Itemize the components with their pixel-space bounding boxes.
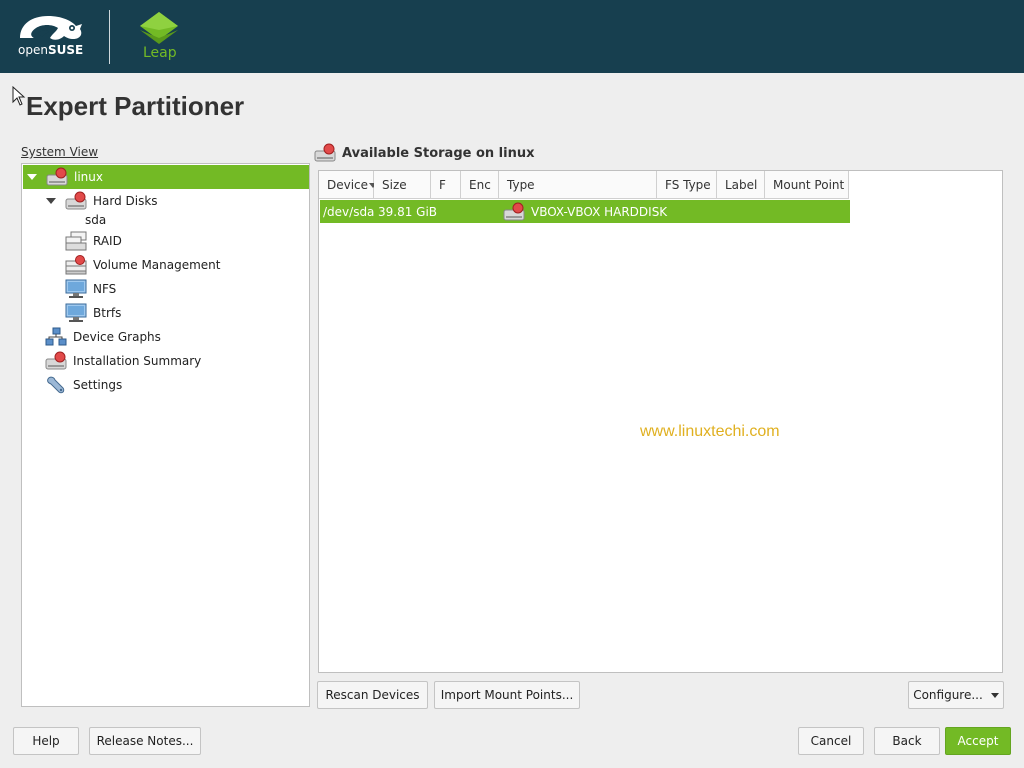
page-title: Expert Partitioner <box>26 91 245 121</box>
opensuse-logo: openSUSE <box>16 12 88 60</box>
column-header-size[interactable]: Size <box>374 171 431 199</box>
cell-device: /dev/sda <box>323 204 375 219</box>
tree-item-label: Device Graphs <box>73 330 161 344</box>
tree-item-linux[interactable]: linux <box>23 165 309 189</box>
cell-f <box>432 200 462 223</box>
leap-label: Leap <box>143 45 177 61</box>
tree-item-label: NFS <box>93 282 117 296</box>
column-header-device[interactable]: Device <box>319 171 378 199</box>
hard-disk-icon <box>45 351 67 371</box>
rescan-devices-button[interactable]: Rescan Devices <box>317 681 428 709</box>
cell-fs-type <box>658 200 718 223</box>
tree-item-sda[interactable]: sda <box>85 209 106 231</box>
device-graph-icon <box>45 327 67 347</box>
chameleon-icon <box>20 16 82 40</box>
tree-item-label: sda <box>85 213 107 227</box>
raid-icon <box>65 231 87 251</box>
table-row[interactable]: /dev/sda 39.81 GiB VBOX-VBOX HARDDISK <box>320 200 850 223</box>
tree-item-btrfs[interactable]: Btrfs <box>65 301 121 325</box>
tree-item-label: linux <box>74 170 103 184</box>
tree-item-label: RAID <box>93 234 122 248</box>
header-divider <box>109 10 110 64</box>
table-header: Device Size F Enc Type FS Type Label Mou… <box>319 171 849 199</box>
header-bar: openSUSE Leap <box>0 0 1024 73</box>
system-view-tree[interactable]: linux Hard Disks sda RAID Volume Managem… <box>21 163 310 707</box>
leap-diamond-icon <box>140 12 178 44</box>
tree-item-settings[interactable]: Settings <box>45 373 122 397</box>
import-mount-points-button[interactable]: Import Mount Points... <box>434 681 580 709</box>
watermark-text: www.linuxtechi.com <box>640 423 780 440</box>
configure-button[interactable]: Configure... <box>908 681 1004 709</box>
tree-item-label: Btrfs <box>93 306 122 320</box>
tree-item-volume-management[interactable]: Volume Management <box>65 253 221 277</box>
column-header-enc[interactable]: Enc <box>461 171 499 199</box>
system-view-label: System View <box>21 145 99 159</box>
monitor-icon <box>65 303 87 323</box>
release-notes-button[interactable]: Release Notes... <box>89 727 201 755</box>
cell-enc <box>462 200 500 223</box>
accept-button[interactable]: Accept <box>945 727 1011 755</box>
tree-item-nfs[interactable]: NFS <box>65 277 116 301</box>
chevron-down-icon <box>990 692 999 698</box>
mouse-cursor-icon <box>12 86 26 106</box>
hard-disk-icon <box>46 167 68 187</box>
wrench-icon <box>45 375 67 395</box>
tree-item-installation-summary[interactable]: Installation Summary <box>45 349 201 373</box>
tree-item-raid[interactable]: RAID <box>65 229 122 253</box>
network-monitor-icon <box>65 279 87 299</box>
tree-item-label: Hard Disks <box>93 194 158 208</box>
cancel-button[interactable]: Cancel <box>798 727 864 755</box>
cell-type: VBOX-VBOX HARDDISK <box>500 200 667 223</box>
hard-disk-icon <box>314 143 336 163</box>
hard-disk-icon <box>65 191 87 211</box>
column-header-fs-type[interactable]: FS Type <box>657 171 717 199</box>
tree-item-label: Installation Summary <box>73 354 202 368</box>
expand-arrow-icon[interactable] <box>46 198 56 204</box>
volume-icon <box>65 255 87 275</box>
column-header-mount-point[interactable]: Mount Point <box>765 171 849 199</box>
tree-item-label: Volume Management <box>93 258 221 272</box>
cell-label <box>718 200 766 223</box>
tree-item-device-graphs[interactable]: Device Graphs <box>45 325 161 349</box>
help-button[interactable]: Help <box>13 727 79 755</box>
leap-logo: Leap <box>134 10 184 64</box>
cell-size: 39.81 GiB <box>378 204 438 219</box>
cell-mount-point <box>766 200 850 223</box>
expand-arrow-icon[interactable] <box>27 174 37 180</box>
column-header-type[interactable]: Type <box>499 171 657 199</box>
column-header-label[interactable]: Label <box>717 171 765 199</box>
back-button[interactable]: Back <box>874 727 940 755</box>
storage-table[interactable]: Device Size F Enc Type FS Type Label Mou… <box>318 170 1003 673</box>
hard-disk-icon <box>503 202 525 222</box>
tree-item-label: Settings <box>73 378 123 392</box>
storage-title: Available Storage on linux <box>314 142 535 164</box>
column-header-f[interactable]: F <box>431 171 461 199</box>
